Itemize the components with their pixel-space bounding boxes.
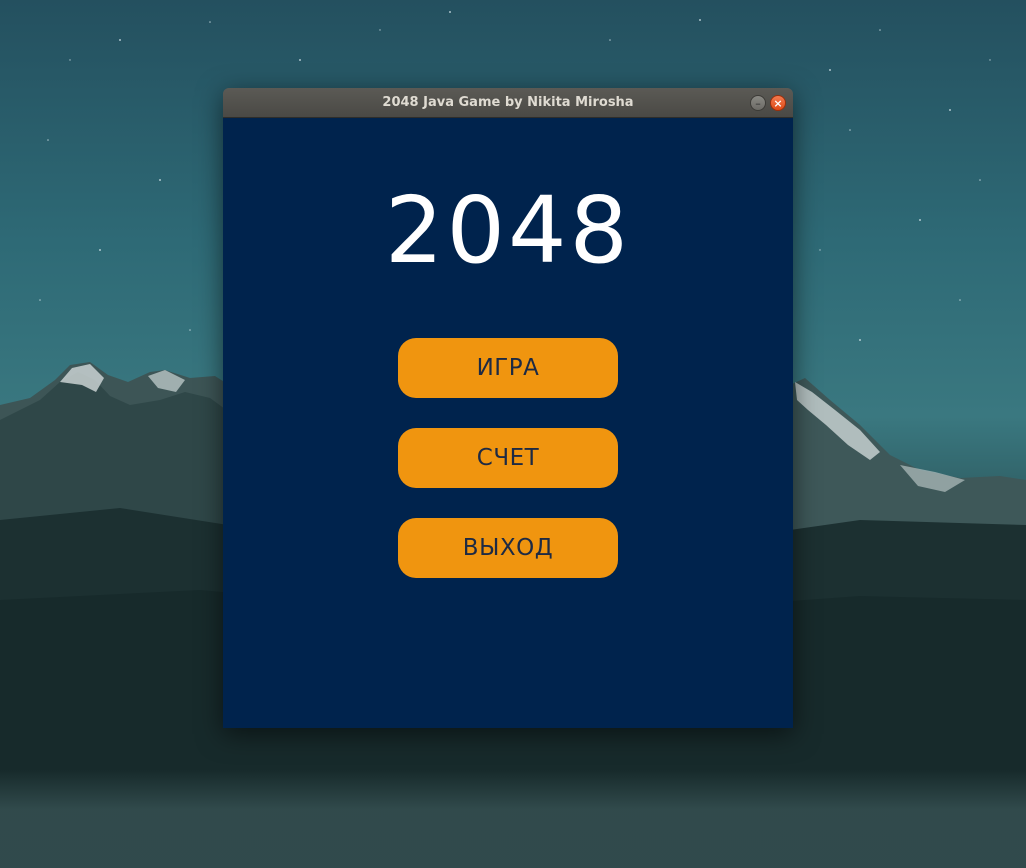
play-button-label: ИГРА — [476, 355, 540, 381]
close-button[interactable]: × — [770, 95, 786, 111]
minimize-icon: – — [755, 96, 761, 110]
play-button[interactable]: ИГРА — [398, 338, 618, 398]
valley-fog — [0, 770, 1026, 868]
score-button-label: СЧЕТ — [476, 445, 540, 471]
minimize-button[interactable]: – — [750, 95, 766, 111]
game-menu-panel: 2048 ИГРА СЧЕТ ВЫХОД — [223, 118, 793, 728]
score-button[interactable]: СЧЕТ — [398, 428, 618, 488]
window-titlebar[interactable]: 2048 Java Game by Nikita Mirosha – × — [223, 88, 793, 118]
close-icon: × — [773, 96, 783, 110]
game-title: 2048 — [384, 177, 632, 284]
window-title: 2048 Java Game by Nikita Mirosha — [382, 95, 634, 110]
game-window: 2048 Java Game by Nikita Mirosha – × 204… — [223, 88, 793, 728]
desktop-background: 2048 Java Game by Nikita Mirosha – × 204… — [0, 0, 1026, 868]
exit-button-label: ВЫХОД — [462, 535, 554, 561]
exit-button[interactable]: ВЫХОД — [398, 518, 618, 578]
